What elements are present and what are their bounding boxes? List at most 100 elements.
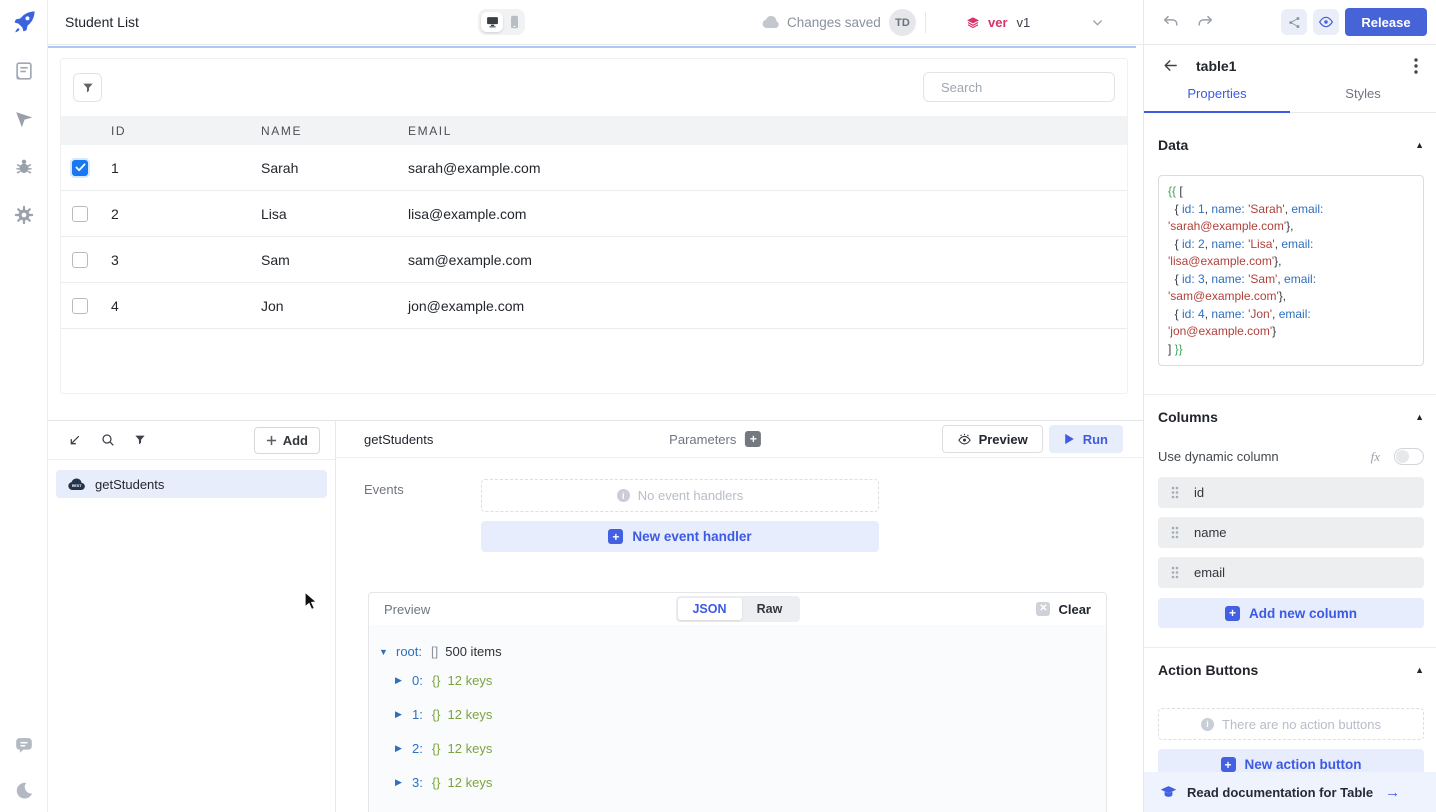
query-list-item-getstudents[interactable]: REST getStudents [56,470,327,498]
filter-funnel-icon [81,81,95,95]
row-checkbox[interactable] [72,298,88,314]
layers-icon [965,15,981,31]
query-list-toolbar: Add [48,421,335,460]
table-row[interactable]: 3 Sam sam@example.com [61,237,1127,283]
filter-queries-icon[interactable] [133,433,147,447]
json-tree-item[interactable]: ▶ 1: {} 12 keys [395,707,1106,722]
tab-raw[interactable]: Raw [742,598,798,620]
plus-icon: + [1225,606,1240,621]
search-queries-icon[interactable] [100,432,116,448]
column-item-name[interactable]: name [1158,517,1424,548]
app-logo-rocket-icon[interactable] [11,9,37,35]
query-name[interactable]: getStudents [364,432,433,447]
undo-icon[interactable] [1161,12,1181,32]
version-selector[interactable]: ver v1 [965,0,1030,45]
cell-email: sarah@example.com [408,160,1127,176]
collapse-caret-icon[interactable]: ▼ [379,647,389,657]
read-documentation-link[interactable]: Read documentation for Table → [1144,772,1436,812]
widget-name[interactable]: table1 [1196,58,1236,74]
add-query-button[interactable]: Add [254,427,320,454]
table-filter-button[interactable] [73,73,102,102]
mobile-view-button[interactable] [506,12,522,32]
no-event-handlers-box: i No event handlers [481,479,879,512]
redo-icon[interactable] [1195,12,1215,32]
json-tree-item[interactable]: ▶ 2: {} 12 keys [395,741,1106,756]
pages-editor-icon[interactable] [13,60,35,82]
help-chat-icon[interactable] [13,734,35,756]
row-checkbox[interactable] [72,252,88,268]
collapse-section-icon[interactable]: ▲ [1415,665,1424,675]
action-buttons-section: Action Buttons ▲ i There are no action b… [1144,662,1436,780]
settings-gear-icon[interactable] [13,204,35,226]
columns-section: Columns ▲ Use dynamic column fx id name … [1144,409,1436,628]
preview-query-button[interactable]: Preview [942,425,1043,453]
release-button[interactable]: Release [1345,8,1427,36]
tab-json[interactable]: JSON [678,598,742,620]
data-code[interactable]: {{ [ { id: 1, name: 'Sarah', email:'sara… [1158,175,1424,366]
dark-mode-moon-icon[interactable] [13,780,35,802]
no-action-buttons-box: i There are no action buttons [1158,708,1424,740]
header-cell-email[interactable]: EMAIL [408,124,1127,138]
table-row[interactable]: 1 Sarah sarah@example.com [61,145,1127,191]
new-event-handler-button[interactable]: + New event handler [481,521,879,552]
dynamic-column-toggle[interactable] [1394,448,1424,465]
add-new-column-button[interactable]: + Add new column [1158,598,1424,628]
drag-handle-icon [1171,526,1179,539]
back-arrow-icon[interactable] [1162,57,1179,74]
row-checkbox[interactable] [72,206,88,222]
expand-caret-icon[interactable]: ▶ [395,709,405,720]
kebab-menu-icon[interactable] [1414,58,1418,74]
cell-id: 2 [111,206,261,222]
table-row[interactable]: 4 Jon jon@example.com [61,283,1127,329]
desktop-view-button[interactable] [481,12,503,32]
row-checkbox[interactable] [72,160,88,176]
table-widget[interactable]: ID NAME EMAIL 1 Sarah sarah@example.com … [60,58,1128,394]
app-canvas: ID NAME EMAIL 1 Sarah sarah@example.com … [48,46,1143,420]
drag-handle-icon [1171,566,1179,579]
table-row[interactable]: 2 Lisa lisa@example.com [61,191,1127,237]
cursor-send-icon[interactable] [13,108,35,130]
debug-bug-icon[interactable] [13,156,35,178]
run-query-button[interactable]: Run [1049,425,1123,453]
tab-properties[interactable]: Properties [1144,86,1290,112]
clear-response-button[interactable]: ✕ Clear [1036,602,1091,617]
cell-email: jon@example.com [408,298,1127,314]
expand-caret-icon[interactable]: ▶ [395,743,405,754]
device-toggle[interactable] [478,9,525,35]
cell-name: Lisa [261,206,408,222]
json-tree-root[interactable]: ▼ root: [] 500 items [379,644,1106,659]
columns-section-title: Columns [1158,409,1218,425]
cell-name: Sam [261,252,408,268]
chevron-down-icon[interactable] [1090,15,1105,30]
tab-styles[interactable]: Styles [1290,86,1436,112]
expand-caret-icon[interactable]: ▶ [395,675,405,686]
collapse-panel-icon[interactable] [66,432,83,449]
collapse-section-icon[interactable]: ▲ [1415,412,1424,422]
divider [1144,647,1436,648]
actions-section-title: Action Buttons [1158,662,1258,678]
add-parameter-button[interactable]: + [745,431,761,447]
avatar[interactable]: TD [889,9,916,36]
fx-binding-icon[interactable]: fx [1371,449,1380,465]
header-cell-id[interactable]: ID [111,124,261,138]
cell-email: sam@example.com [408,252,1127,268]
left-rail [0,0,48,812]
json-tree-item[interactable]: ▶ 0: {} 12 keys [395,673,1106,688]
share-button[interactable] [1281,9,1307,35]
table-search-input[interactable] [941,80,1117,95]
svg-text:REST: REST [72,484,82,488]
query-list: Add REST getStudents [48,421,336,812]
top-bar: Student List Changes saved TD ver v1 [48,0,1436,45]
cell-email: lisa@example.com [408,206,1127,222]
data-section: Data ▲ {{ [ { id: 1, name: 'Sarah', emai… [1144,137,1436,366]
table-search-box [923,72,1115,102]
parameters-label: Parameters [669,432,736,447]
column-item-id[interactable]: id [1158,477,1424,508]
collapse-section-icon[interactable]: ▲ [1415,140,1424,150]
column-item-email[interactable]: email [1158,557,1424,588]
arrow-right-icon: → [1385,784,1400,801]
json-tree-item[interactable]: ▶ 3: {} 12 keys [395,775,1106,790]
expand-caret-icon[interactable]: ▶ [395,777,405,788]
header-cell-name[interactable]: NAME [261,124,408,138]
preview-app-button[interactable] [1313,9,1339,35]
